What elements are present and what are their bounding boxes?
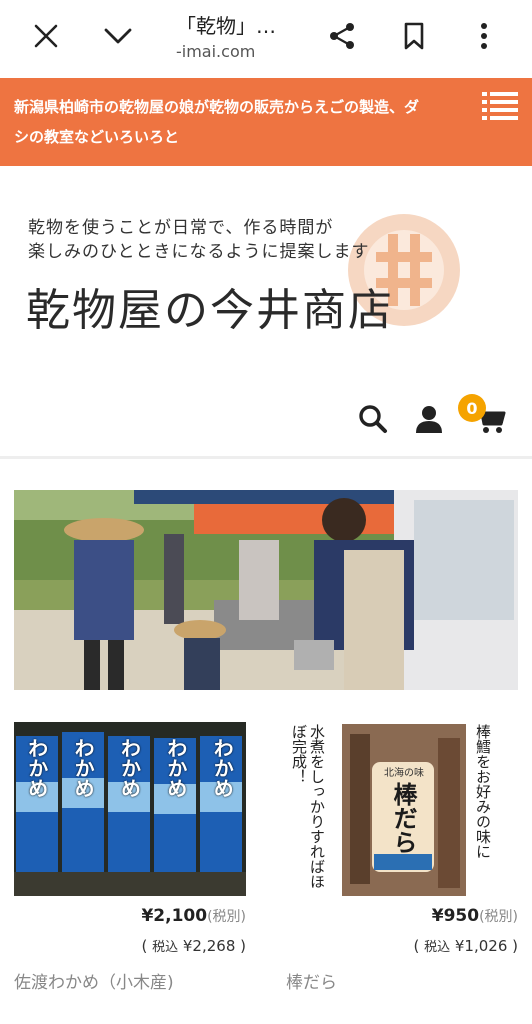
- banner-text: 新潟県柏崎市の乾物屋の娘が乾物の販売からえごの製造、ダシの教室などいろいろと: [14, 98, 420, 146]
- price-value: ¥950: [431, 906, 480, 926]
- more-options-icon[interactable]: [460, 12, 508, 60]
- tax-note: (税別): [479, 909, 518, 925]
- bookmark-icon[interactable]: [390, 12, 438, 60]
- package-label: わかめ: [163, 738, 188, 798]
- hero-photo-illustration: [14, 490, 518, 690]
- price-value: ¥2,100: [141, 906, 208, 926]
- tax-in-label: 税込: [152, 940, 179, 955]
- share-icon[interactable]: [318, 12, 366, 60]
- search-icon[interactable]: [358, 404, 390, 436]
- page-title[interactable]: 「乾物」…: [176, 10, 276, 39]
- product-caption-left: 水煮をしっかりすればほぼ完成！: [290, 724, 326, 889]
- tagline-line-2: 楽しみのひとときになるように提案します: [28, 242, 370, 262]
- account-icon[interactable]: [414, 404, 446, 436]
- package-label: わかめ: [117, 738, 142, 798]
- product-name[interactable]: 佐渡わかめ（小木産): [14, 968, 174, 993]
- menu-icon[interactable]: [482, 90, 518, 126]
- site-header: 乾物を使うことが日常で、作る時間が 楽しみのひとときになるように提案します 乾物…: [0, 166, 532, 386]
- cart-count-badge[interactable]: 0: [458, 394, 486, 422]
- package-label: わかめ: [71, 738, 96, 798]
- product-name[interactable]: 棒だら: [286, 968, 337, 993]
- product-price: ¥950(税別): [432, 906, 518, 926]
- tax-in-prefix: (: [413, 937, 425, 955]
- browser-toolbar: 「乾物」… -imai.com: [0, 0, 532, 78]
- package-label: 棒だら: [389, 782, 417, 854]
- package-sub-label: 北海の味: [384, 768, 424, 779]
- tax-in-value: ¥1,026 ): [450, 937, 518, 955]
- tax-note: (税別): [207, 909, 246, 925]
- product-image-boudara[interactable]: 水煮をしっかりすればほぼ完成！ 北海の味 棒だら 棒鱈をお好みの味に: [286, 722, 518, 896]
- header-icon-row: [0, 386, 532, 454]
- tagline-line-1: 乾物を使うことが日常で、作る時間が: [28, 218, 334, 238]
- chevron-down-icon[interactable]: [94, 12, 142, 60]
- package-label: わかめ: [24, 738, 49, 798]
- header-divider: [0, 456, 532, 459]
- product-price: ¥2,100(税別): [141, 906, 246, 926]
- package-label: わかめ: [210, 738, 235, 798]
- site-banner: 新潟県柏崎市の乾物屋の娘が乾物の販売からえごの製造、ダシの教室などいろいろと: [0, 78, 532, 166]
- product-price-tax-included: ( 税込 ¥2,268 ): [141, 936, 246, 955]
- product-image-wakame[interactable]: わかめ わかめ わかめ わかめ わかめ: [14, 722, 246, 896]
- shop-name[interactable]: 乾物屋の今井商店: [26, 274, 394, 338]
- tax-in-prefix: (: [141, 937, 153, 955]
- close-icon[interactable]: [22, 12, 70, 60]
- tagline: 乾物を使うことが日常で、作る時間が 楽しみのひとときになるように提案します: [28, 216, 370, 264]
- product-price-tax-included: ( 税込 ¥1,026 ): [413, 936, 518, 955]
- product-caption-right: 棒鱈をお好みの味に: [474, 724, 492, 859]
- package-label-row: わかめ わかめ わかめ わかめ わかめ: [14, 738, 246, 798]
- hero-photo[interactable]: [14, 490, 518, 690]
- tax-in-value: ¥2,268 ): [178, 937, 246, 955]
- url-text[interactable]: -imai.com: [176, 42, 255, 61]
- tax-in-label: 税込: [424, 940, 451, 955]
